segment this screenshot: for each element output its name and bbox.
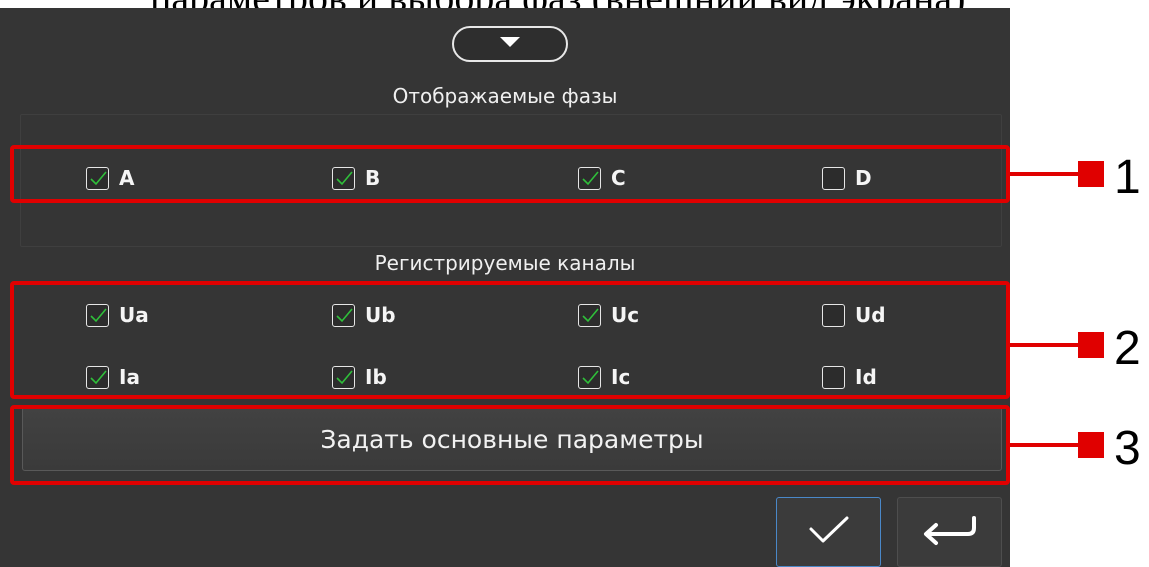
annotation-frame-2 (10, 281, 1010, 399)
annotation-square-3 (1078, 432, 1104, 458)
annotation-frame-3 (10, 405, 1010, 485)
annotation-line-3 (1010, 443, 1080, 447)
annotation-number-2: 2 (1114, 322, 1141, 375)
check-icon (807, 515, 851, 550)
annotation-frame-1 (10, 145, 1010, 203)
collapse-button[interactable] (452, 26, 568, 62)
back-button[interactable] (897, 497, 1002, 567)
annotation-line-2 (1010, 343, 1080, 347)
chevron-down-icon (499, 35, 521, 54)
annotation-square-2 (1078, 332, 1104, 358)
return-arrow-icon (920, 514, 980, 551)
channels-title: Регистрируемые каналы (374, 251, 636, 275)
annotation-line-1 (1010, 172, 1080, 176)
annotation-square-1 (1078, 161, 1104, 187)
annotation-number-1: 1 (1114, 151, 1141, 204)
annotation-number-3: 3 (1114, 422, 1141, 475)
phases-title: Отображаемые фазы (392, 84, 618, 108)
ok-button[interactable] (776, 497, 881, 567)
